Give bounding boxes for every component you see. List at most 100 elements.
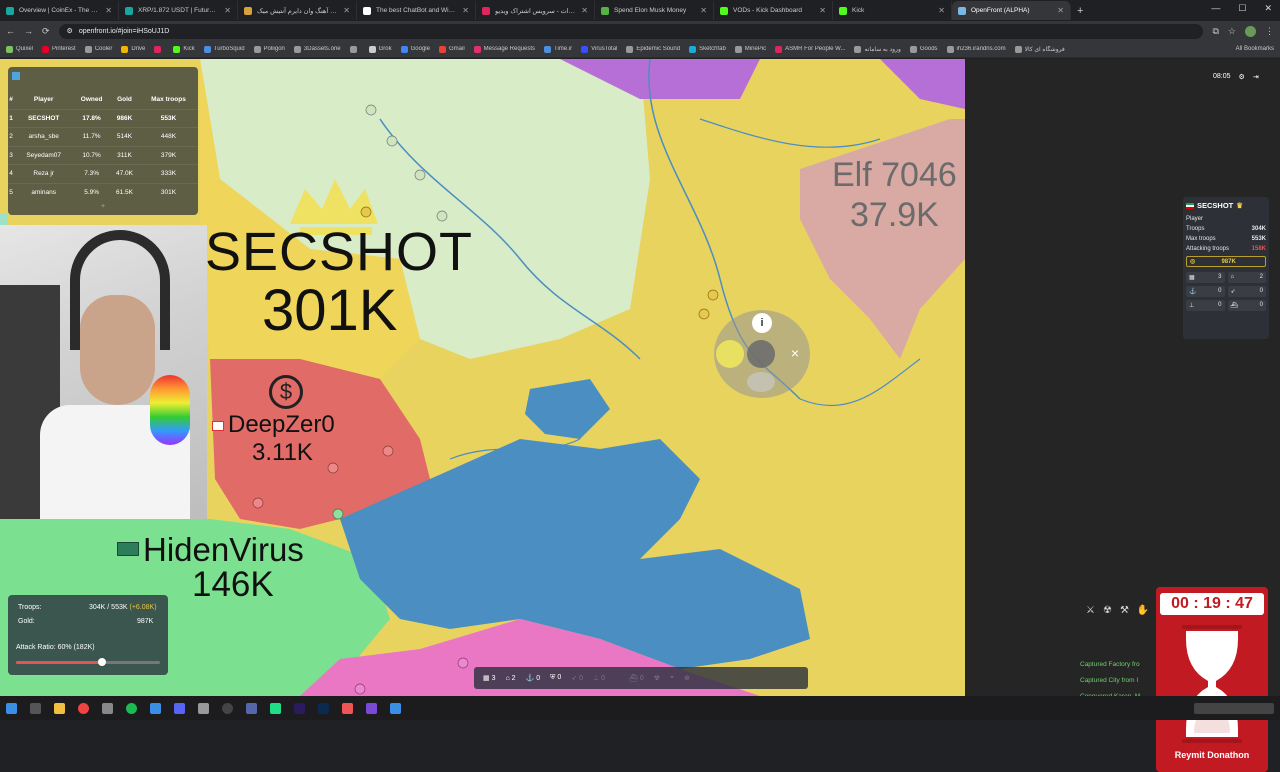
leaderboard-row[interactable]: 3 Seyedam07 10.7% 311K 379K [8, 145, 198, 165]
bookmark-item[interactable] [349, 45, 360, 53]
exit-icon[interactable]: ⇥ [1253, 73, 1259, 81]
app-icon-11[interactable] [246, 702, 257, 714]
app-icon-9[interactable] [198, 702, 209, 714]
radial-info-button[interactable]: i [752, 313, 772, 333]
leaderboard-row[interactable]: 5 aminans 5.9% 61.5K 301K [8, 182, 198, 202]
premiere-icon[interactable] [294, 702, 305, 714]
site-info-icon[interactable]: ⚙ [67, 27, 73, 35]
attack-ratio-slider[interactable] [16, 658, 160, 666]
leaderboard-row[interactable]: 1 SECSHOT 17.8% 986K 553K [8, 108, 198, 128]
bookmark-item[interactable]: Message Requests [473, 45, 535, 53]
new-tab-button[interactable]: + [1071, 5, 1089, 17]
bookmark-item[interactable]: Pinterest [42, 45, 76, 53]
bookmark-item[interactable]: ورود به سامانه [854, 45, 901, 53]
bookmark-item[interactable]: Kick [173, 45, 195, 53]
bookmark-item[interactable]: ih236.irandns.com [946, 45, 1006, 53]
back-icon[interactable]: ← [6, 26, 15, 36]
bookmark-item[interactable]: Google [400, 45, 430, 53]
app-icon-12[interactable] [270, 702, 281, 714]
bookmark-item[interactable]: Poliigon [253, 45, 285, 53]
browser-tab[interactable]: Spend Elon Musk Money ✕ [595, 1, 714, 20]
profile-icon[interactable] [1245, 25, 1256, 37]
menu-icon[interactable]: ⋮ [1265, 26, 1274, 37]
obs-icon[interactable] [222, 702, 233, 714]
bookmark-item[interactable]: 3Dassets.one [293, 45, 341, 53]
omnibox[interactable]: ⚙ openfront.io/#join=iHSoUJ1D [58, 23, 1204, 39]
bookmark-item[interactable]: فروشگاه ای کالا [1014, 45, 1065, 53]
bookmark-item[interactable]: TurboSquid [203, 45, 245, 53]
browser-tab[interactable]: The best ChatBot and Widget ✕ [357, 1, 476, 20]
leaderboard-header[interactable]: Max troops [139, 91, 198, 109]
browser-tab[interactable]: OpenFront (ALPHA) ✕ [952, 1, 1071, 20]
bookmark-item[interactable]: Sketchfab [689, 45, 726, 53]
bookmark-item[interactable]: Epidemic Sound [626, 45, 680, 53]
hydrogen-icon[interactable]: ⌖ [670, 674, 674, 682]
feed-item[interactable]: Captured Factory fro [1080, 657, 1158, 673]
mirv-icon[interactable]: ⊕ [684, 674, 690, 682]
build-sam[interactable]: ⊥ 0 [593, 674, 605, 682]
tab-close-icon[interactable]: ✕ [105, 6, 112, 15]
radial-menu[interactable]: i × [714, 310, 810, 398]
trade-icon[interactable]: ⚒ [1120, 605, 1129, 616]
nuke-filter-icon[interactable]: ☢ [1103, 605, 1112, 616]
tab-close-icon[interactable]: ✕ [343, 6, 350, 15]
photoshop-icon[interactable] [318, 702, 329, 714]
game-map[interactable]: SECSHOT 301K Elf 7046 37.9K $ DeepZer0 3… [0, 59, 965, 696]
maximize-icon[interactable]: ☐ [1238, 3, 1246, 14]
build-missile[interactable]: ➶ 0 [571, 674, 583, 682]
forward-icon[interactable]: → [24, 26, 33, 36]
tab-close-icon[interactable]: ✕ [462, 6, 469, 15]
browser-tab[interactable]: آپارات - سرویس اشتراک ویدیو ✕ [476, 1, 595, 20]
bookmark-item[interactable] [154, 45, 164, 53]
windows-start-icon[interactable] [6, 702, 17, 714]
bookmark-item[interactable]: Drive [121, 45, 145, 53]
leaderboard-header[interactable]: Gold [110, 91, 139, 109]
minimize-icon[interactable]: — [1211, 3, 1220, 14]
build-warship[interactable]: ⛴ 0 [629, 674, 644, 682]
leaderboard-expand[interactable]: + [8, 203, 198, 210]
tab-close-icon[interactable]: ✕ [1057, 6, 1064, 15]
browser-tab[interactable]: Kick ✕ [833, 1, 952, 20]
tab-close-icon[interactable]: ✕ [224, 6, 231, 15]
build-city[interactable]: ▦ 3 [483, 674, 495, 682]
bookmark-star-icon[interactable]: ☆ [1228, 26, 1236, 37]
reload-icon[interactable]: ⟳ [42, 26, 50, 37]
chrome-icon[interactable] [78, 702, 89, 714]
build-port[interactable]: ⚓ 0 [526, 674, 541, 682]
tab-close-icon[interactable]: ✕ [819, 6, 826, 15]
search-icon[interactable] [30, 702, 41, 714]
browser-tab[interactable]: XRP/1.872 USDT | Futures Mar ✕ [119, 1, 238, 20]
app-icon-7[interactable] [150, 702, 161, 714]
bookmark-item[interactable]: Grok [368, 45, 392, 53]
all-bookmarks[interactable]: All Bookmarks [1236, 46, 1274, 52]
leaderboard-header[interactable]: Player [14, 91, 73, 109]
bookmark-item[interactable]: ASMR For People W... [775, 45, 845, 53]
tab-close-icon[interactable]: ✕ [938, 6, 945, 15]
radial-boat-button[interactable] [747, 372, 775, 392]
bookmark-item[interactable]: Goods [909, 45, 938, 53]
tab-close-icon[interactable]: ✕ [581, 6, 588, 15]
bookmark-item[interactable]: Quixel [6, 45, 33, 53]
attack-ratio-knob[interactable] [98, 658, 107, 666]
radial-close-button[interactable]: × [785, 343, 805, 363]
browser-tab[interactable]: Overview | CoinEx - The Global ✕ [0, 1, 119, 20]
feed-item[interactable]: Captured City from I [1080, 673, 1158, 689]
app-icon-5[interactable] [102, 702, 113, 714]
radial-build-button[interactable] [716, 340, 744, 368]
sword-icon[interactable]: ⚔ [1086, 605, 1095, 616]
tray-icons[interactable] [1194, 702, 1274, 714]
bookmark-item[interactable]: Time.ir [544, 45, 572, 53]
leaderboard-row[interactable]: 2 arsha_sbe 11.7% 514K 448K [8, 127, 198, 146]
bookmark-item[interactable]: Gmail [438, 45, 465, 53]
bookmark-item[interactable]: MinePic [734, 45, 766, 53]
leaderboard-icon[interactable] [12, 72, 20, 80]
tab-close-icon[interactable]: ✕ [700, 6, 707, 15]
close-window-icon[interactable]: ✕ [1264, 3, 1272, 14]
browser-tab[interactable]: VODs - Kick Dashboard ✕ [714, 1, 833, 20]
spotify-icon[interactable] [126, 702, 137, 714]
nuke-icon[interactable]: ☢ [654, 674, 660, 682]
leaderboard-row[interactable]: 4 Reza jr 7.3% 47.0K 333K [8, 164, 198, 183]
build-defense[interactable]: ⛨ 0 [550, 674, 561, 682]
radial-attack-button[interactable] [747, 340, 775, 368]
app-icon-15[interactable] [342, 702, 353, 714]
